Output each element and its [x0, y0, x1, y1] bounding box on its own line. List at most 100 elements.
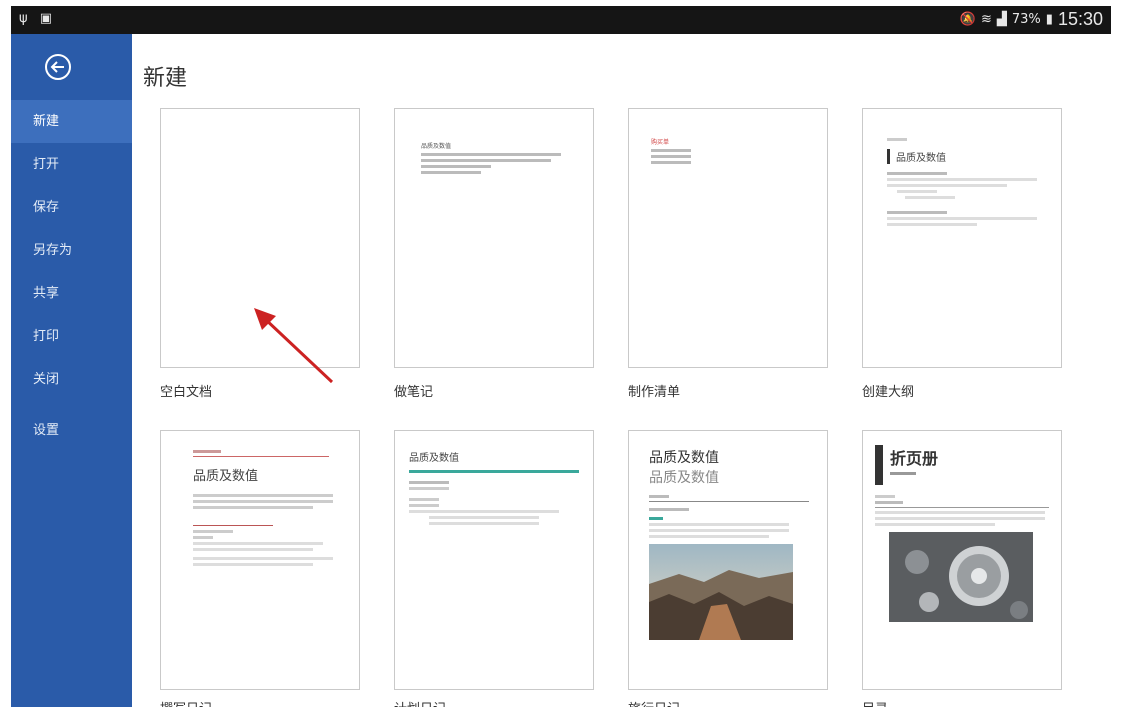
page-title: 新建 [143, 66, 188, 91]
text-line [193, 450, 221, 453]
main-area: 新建 空白文档 品质及数值 做笔记 购买单 制作清单 品质及数值 创建大纲 品质… [132, 34, 1110, 707]
battery-icon: ▮ [1045, 12, 1053, 27]
text-line [905, 196, 955, 199]
text-line [193, 506, 313, 509]
rule-line [193, 456, 329, 457]
rule-line [193, 519, 273, 526]
status-clock: 15:30 [1057, 9, 1103, 29]
template-label: 撰写日记 [160, 698, 212, 707]
template-subheading: 品质及数值 [649, 470, 719, 486]
text-line [897, 190, 937, 193]
right-edge [1110, 34, 1121, 707]
list-line [651, 155, 691, 158]
template-label: 计划日记 [394, 698, 446, 707]
text-line [887, 223, 977, 226]
template-heading: 品质及数值 [409, 453, 459, 464]
text-line [649, 535, 769, 538]
top-border [0, 0, 1121, 4]
template-label: 创建大纲 [862, 385, 915, 400]
text-line [887, 172, 947, 175]
text-line [409, 481, 449, 484]
text-line [193, 494, 333, 497]
text-line [887, 138, 907, 141]
rule-line [875, 507, 1049, 508]
template-brochure[interactable]: 折页册 [862, 430, 1062, 690]
text-line [409, 498, 439, 501]
text-line [409, 504, 439, 507]
status-bar: ψ ▣ 🔕 ≋ ▟ 73% ▮ 15:30 [11, 6, 1111, 34]
signal-icon: ▟ [996, 12, 1007, 27]
sidebar-item-print[interactable]: 打印 [11, 315, 132, 358]
canyon-photo [649, 544, 793, 640]
text-line [875, 495, 895, 498]
sidebar-item-save-as[interactable]: 另存为 [11, 229, 132, 272]
template-create-outline[interactable]: 品质及数值 [862, 108, 1062, 368]
text-line [887, 178, 1037, 181]
text-line [887, 211, 947, 214]
text-line [421, 159, 551, 162]
text-line [421, 171, 481, 174]
template-heading: 品质及数值 [887, 149, 1037, 164]
rule-line [649, 501, 809, 502]
sidebar-separator [11, 401, 132, 409]
text-line [649, 495, 669, 498]
list-line [651, 149, 691, 152]
heading-bar [875, 445, 883, 485]
text-line [649, 508, 689, 511]
text-line [875, 511, 1045, 514]
text-line [887, 217, 1037, 220]
text-line [193, 557, 333, 560]
status-right: 🔕 ≋ ▟ 73% ▮ 15:30 [960, 9, 1103, 30]
accent-bar [409, 470, 579, 473]
text-line [409, 510, 559, 513]
text-line [890, 472, 916, 475]
mute-icon: 🔕 [959, 12, 976, 27]
status-left-icons: ψ ▣ [19, 11, 56, 26]
template-label: 空白文档 [160, 385, 213, 400]
text-line [887, 184, 1007, 187]
template-heading: 折页册 [890, 449, 939, 468]
sidebar-item-share[interactable]: 共享 [11, 272, 132, 315]
gears-photo [889, 532, 1033, 622]
text-line [193, 530, 233, 533]
template-label: 旅行日记 [628, 698, 680, 707]
annotation-arrow [254, 308, 334, 384]
text-line [875, 517, 1045, 520]
text-line [421, 153, 561, 156]
template-heading: 品质及数值 [421, 143, 452, 150]
template-heading: 品质及数值 [193, 469, 259, 484]
battery-percent: 73% [1011, 12, 1041, 27]
template-label: 做笔记 [394, 385, 434, 400]
sidebar-nav: 新建 打开 保存 另存为 共享 打印 关闭 设置 [11, 100, 132, 452]
text-line [193, 542, 323, 545]
text-line [193, 563, 313, 566]
text-line [429, 522, 539, 525]
list-line [651, 161, 691, 164]
back-circle-icon[interactable] [43, 52, 73, 82]
text-line [429, 516, 539, 519]
text-line [875, 523, 995, 526]
text-line [193, 536, 213, 539]
template-heading: 购买单 [651, 139, 670, 146]
sidebar-item-open[interactable]: 打开 [11, 143, 132, 186]
template-travel-journal[interactable]: 品质及数值 品质及数值 [628, 430, 828, 690]
text-line [421, 165, 491, 168]
template-plan-journal[interactable]: 品质及数值 [394, 430, 594, 690]
text-line [649, 523, 789, 526]
sidebar-item-settings[interactable]: 设置 [11, 409, 132, 452]
text-line [649, 529, 789, 532]
wifi-icon: ≋ [980, 12, 992, 27]
text-line [193, 548, 313, 551]
template-label: 目录 [862, 698, 888, 707]
sidebar-item-close[interactable]: 关闭 [11, 358, 132, 401]
template-make-list[interactable]: 购买单 [628, 108, 828, 368]
template-take-notes[interactable]: 品质及数值 [394, 108, 594, 368]
text-line [875, 501, 903, 504]
template-write-journal[interactable]: 品质及数值 [160, 430, 360, 690]
sidebar-item-save[interactable]: 保存 [11, 186, 132, 229]
text-line [409, 487, 449, 490]
template-heading: 品质及数值 [649, 450, 719, 466]
template-label: 制作清单 [628, 385, 681, 400]
sidebar-item-new[interactable]: 新建 [11, 100, 132, 143]
sidebar: 新建 打开 保存 另存为 共享 打印 关闭 设置 [11, 34, 132, 707]
